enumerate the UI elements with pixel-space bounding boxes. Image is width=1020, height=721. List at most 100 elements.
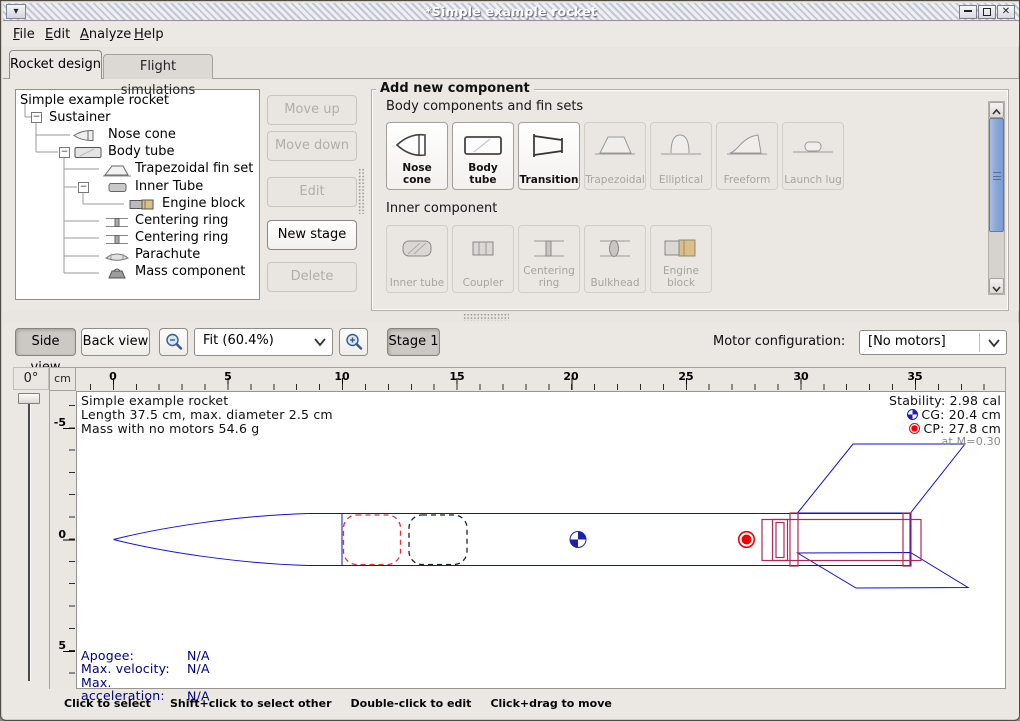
ruler-tick-label: 0 <box>109 370 117 383</box>
body-components-label: Body components and fin sets <box>386 99 583 114</box>
flight-label: Apogee: <box>81 649 187 662</box>
chevron-up-icon <box>991 107 1002 118</box>
move-down-button[interactable]: Move down <box>267 131 357 161</box>
tab-rocket-design[interactable]: Rocket design <box>9 50 102 79</box>
ruler-tick-label: 10 <box>334 370 349 383</box>
side-view-button[interactable]: Side view <box>15 328 76 356</box>
scroll-down-button[interactable] <box>989 278 1004 294</box>
new-stage-button[interactable]: New stage <box>267 220 357 250</box>
expander-body-tube[interactable]: − <box>59 147 70 158</box>
tree-item-nose-cone[interactable]: Nose cone <box>108 127 176 142</box>
add-engine-block-button[interactable]: Engine block <box>650 225 712 293</box>
freeform-fin-icon <box>724 129 770 161</box>
rocket-canvas[interactable]: Simple example rocket Length 37.5 cm, ma… <box>76 391 1006 689</box>
component-tree[interactable]: Simple example rocket − Sustainer Nose c… <box>15 89 260 300</box>
expander-inner-tube[interactable]: − <box>78 182 89 193</box>
tab-flight-simulations[interactable]: Flight simulations <box>103 54 213 79</box>
back-view-button[interactable]: Back view <box>81 328 150 356</box>
rocket-name: Simple example rocket <box>81 394 333 408</box>
component-scrollbar[interactable] <box>988 101 1005 295</box>
horizontal-splitter-handle[interactable] <box>463 313 509 321</box>
title-bar[interactable]: ▾ *Simple example rocket ✕ <box>3 3 1019 21</box>
add-coupler-button[interactable]: Coupler <box>452 225 514 293</box>
coupler-icon <box>460 232 506 264</box>
flight-value: N/A <box>187 661 210 676</box>
ruler-tick-label: 15 <box>449 370 464 383</box>
zoom-in-button[interactable] <box>339 328 368 356</box>
scroll-up-button[interactable] <box>989 102 1004 118</box>
button-label: Bulkhead <box>585 277 645 289</box>
add-transition-button[interactable]: Transition <box>518 122 580 190</box>
nose-cone-icon <box>72 129 104 142</box>
button-label: Trapezoidal <box>585 174 645 186</box>
body-tube-icon <box>72 146 104 159</box>
scrollbar-thumb[interactable] <box>989 118 1004 232</box>
add-elliptical-button[interactable]: Elliptical <box>650 122 712 190</box>
tree-item-sustainer[interactable]: Sustainer <box>49 110 111 125</box>
menu-edit[interactable]: Edit <box>41 25 74 44</box>
flight-row: Apogee:N/A <box>81 649 210 662</box>
add-launch-lug-button[interactable]: Launch lug <box>782 122 844 190</box>
add-freeform-button[interactable]: Freeform <box>716 122 778 190</box>
edit-button[interactable]: Edit <box>267 177 357 207</box>
tree-item-inner-tube[interactable]: Inner Tube <box>135 179 203 194</box>
menu-file[interactable]: File <box>9 25 39 44</box>
menu-analyze[interactable]: Analyze <box>76 25 135 44</box>
ruler-tick-label: 5 <box>224 370 232 383</box>
tree-item-fin-set[interactable]: Trapezoidal fin set <box>135 161 253 176</box>
tree-item-engine-block[interactable]: Engine block <box>162 196 245 211</box>
ruler-tick-label: -5 <box>54 416 66 429</box>
add-bulkhead-button[interactable]: Bulkhead <box>584 225 646 293</box>
stability-info: Stability: 2.98 cal CG: 20.4 cm CP: 27.8… <box>889 394 1001 449</box>
rotation-slider-thumb[interactable] <box>18 393 40 404</box>
ruler-tick-label: 30 <box>793 370 808 383</box>
tree-item-centering-ring-1[interactable]: Centering ring <box>135 213 228 228</box>
cg-icon <box>907 409 918 420</box>
centering-ring-icon <box>526 232 572 264</box>
button-label: Elliptical <box>651 174 711 186</box>
motor-configuration-combo[interactable]: [No motors] <box>859 330 1007 355</box>
ruler-unit-label: cm <box>49 367 76 391</box>
ruler-tick-label: 0 <box>58 528 66 541</box>
hint-click-select: Click to select <box>64 697 151 710</box>
stage-1-toggle[interactable]: Stage 1 <box>387 328 440 356</box>
tree-item-centering-ring-2[interactable]: Centering ring <box>135 230 228 245</box>
chevron-down-icon <box>987 338 1001 348</box>
zoom-level-combo[interactable]: Fit (60.4%) <box>194 328 333 356</box>
fin-set-icon <box>101 164 133 177</box>
flight-label: Max. velocity: <box>81 662 187 675</box>
chevron-down-icon <box>313 337 327 347</box>
vertical-ruler: -5 0 5 <box>49 391 76 689</box>
add-inner-tube-button[interactable]: Inner tube <box>386 225 448 293</box>
delete-button[interactable]: Delete <box>267 262 357 292</box>
tree-item-parachute[interactable]: Parachute <box>135 247 200 262</box>
rocket-drawing <box>77 392 1005 688</box>
ruler-tick-label: 5 <box>58 639 66 652</box>
tree-item-body-tube[interactable]: Body tube <box>108 144 175 159</box>
zoom-out-button[interactable] <box>159 328 188 356</box>
hint-shift-click: Shift+click to select other <box>170 697 332 710</box>
add-body-tube-button[interactable]: Body tube <box>452 122 514 190</box>
flight-data: Apogee:N/A Max. velocity:N/A Max. accele… <box>81 649 210 703</box>
ruler-tick-label: 25 <box>678 370 693 383</box>
add-trapezoidal-button[interactable]: Trapezoidal <box>584 122 646 190</box>
maximize-button[interactable] <box>978 5 996 19</box>
close-button[interactable]: ✕ <box>997 5 1015 19</box>
rotation-slider-track[interactable] <box>28 401 30 681</box>
tree-item-mass-component[interactable]: Mass component <box>135 264 245 279</box>
button-label: Centering ring <box>519 265 579 289</box>
add-centering-ring-button[interactable]: Centering ring <box>518 225 580 293</box>
expander-sustainer[interactable]: − <box>31 112 42 123</box>
menu-help[interactable]: Help <box>130 25 168 44</box>
stability-value: Stability: 2.98 cal <box>889 394 1001 408</box>
engine-block-icon <box>658 232 704 264</box>
rocket-info: Simple example rocket Length 37.5 cm, ma… <box>81 394 333 435</box>
inner-tube-icon <box>394 232 440 264</box>
vertical-splitter-handle[interactable] <box>358 168 365 214</box>
move-up-button[interactable]: Move up <box>267 95 357 125</box>
motor-configuration-value: [No motors] <box>868 334 946 349</box>
menu-bar: File Edit Analyze Help <box>3 22 1019 47</box>
hint-drag: Click+drag to move <box>490 697 611 710</box>
minimize-button[interactable] <box>959 5 977 19</box>
add-nose-cone-button[interactable]: Nose cone <box>386 122 448 190</box>
